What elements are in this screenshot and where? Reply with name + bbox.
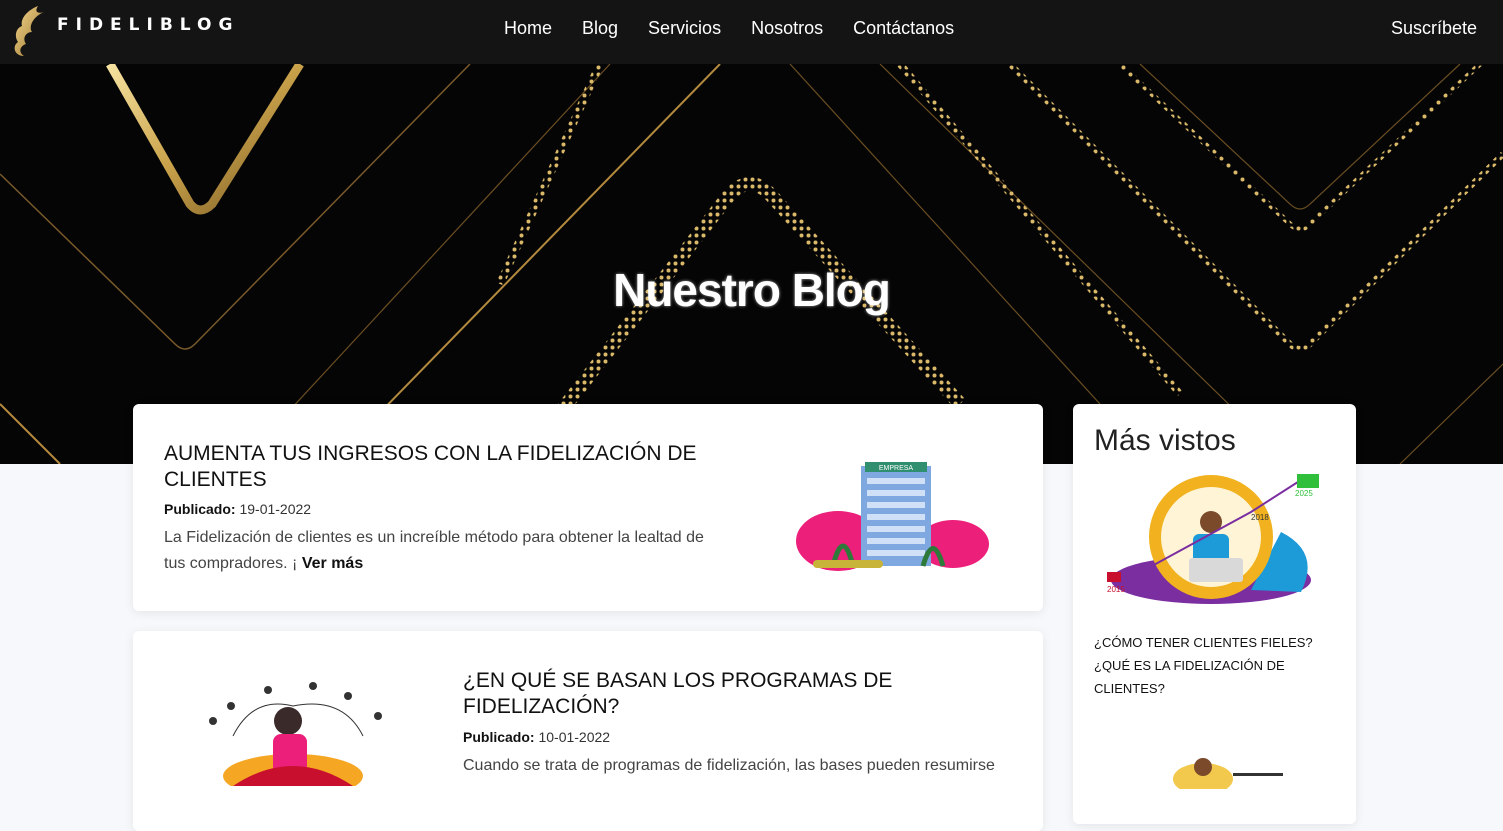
nav-link-servicios[interactable]: Servicios — [648, 18, 721, 39]
main-nav: Home Blog Servicios Nosotros Contáctanos — [489, 18, 969, 39]
loyalty-program-illustration-icon — [209, 682, 382, 786]
nav-link-blog[interactable]: Blog — [582, 18, 618, 39]
year-label-2015: 2015 — [1107, 585, 1125, 594]
published-label: Publicado: — [463, 729, 535, 745]
published-label: Publicado: — [164, 501, 236, 517]
sidebar-title: Más vistos — [1094, 424, 1236, 457]
post-meta: Publicado: 19-01-2022 — [164, 501, 311, 517]
post-excerpt: La Fidelización de clientes es un increí… — [164, 525, 704, 577]
most-viewed-sidebar: Más vistos 2015 2018 2025 ¿CÓMO TENER CL… — [1073, 404, 1356, 824]
clock-growth-illustration-icon[interactable]: 2015 2018 2025 — [1101, 472, 1329, 607]
post-title[interactable]: ¿EN QUÉ SE BASAN LOS PROGRAMAS DE FIDELI… — [463, 668, 1003, 720]
year-label-2025: 2025 — [1295, 489, 1313, 498]
read-more-link[interactable]: Ver más — [302, 555, 363, 572]
post-date: 19-01-2022 — [239, 501, 312, 517]
nav-link-contactanos[interactable]: Contáctanos — [853, 18, 954, 39]
year-label-2018: 2018 — [1251, 513, 1269, 522]
post-meta: Publicado: 10-01-2022 — [463, 729, 610, 745]
nav-link-home[interactable]: Home — [504, 18, 552, 39]
next-illustration-icon — [1173, 758, 1283, 789]
building-illustration-icon: EMPRESA — [796, 462, 989, 571]
top-navbar: FIDELIBLOG Home Blog Servicios Nosotros … — [0, 0, 1503, 64]
subscribe-link[interactable]: Suscríbete — [1391, 18, 1477, 39]
post-date: 10-01-2022 — [538, 729, 611, 745]
blog-post-card[interactable]: ¿EN QUÉ SE BASAN LOS PROGRAMAS DE FIDELI… — [133, 631, 1043, 831]
blog-post-card[interactable]: AUMENTA TUS INGRESOS CON LA FIDELIZACIÓN… — [133, 404, 1043, 611]
brand-logo-icon[interactable] — [8, 2, 48, 60]
hero-title: Nuestro Blog — [613, 263, 891, 316]
post-excerpt: Cuando se trata de programas de fideliza… — [463, 757, 995, 774]
sidebar-item-link[interactable]: ¿CÓMO TENER CLIENTES FIELES? ¿QUÉ ES LA … — [1094, 631, 1334, 700]
building-sign-label: EMPRESA — [879, 465, 914, 472]
post-title[interactable]: AUMENTA TUS INGRESOS CON LA FIDELIZACIÓN… — [164, 441, 704, 493]
brand-name[interactable]: FIDELIBLOG — [57, 15, 239, 35]
post-excerpt-text: La Fidelización de clientes es un increí… — [164, 529, 704, 572]
nav-link-nosotros[interactable]: Nosotros — [751, 18, 823, 39]
